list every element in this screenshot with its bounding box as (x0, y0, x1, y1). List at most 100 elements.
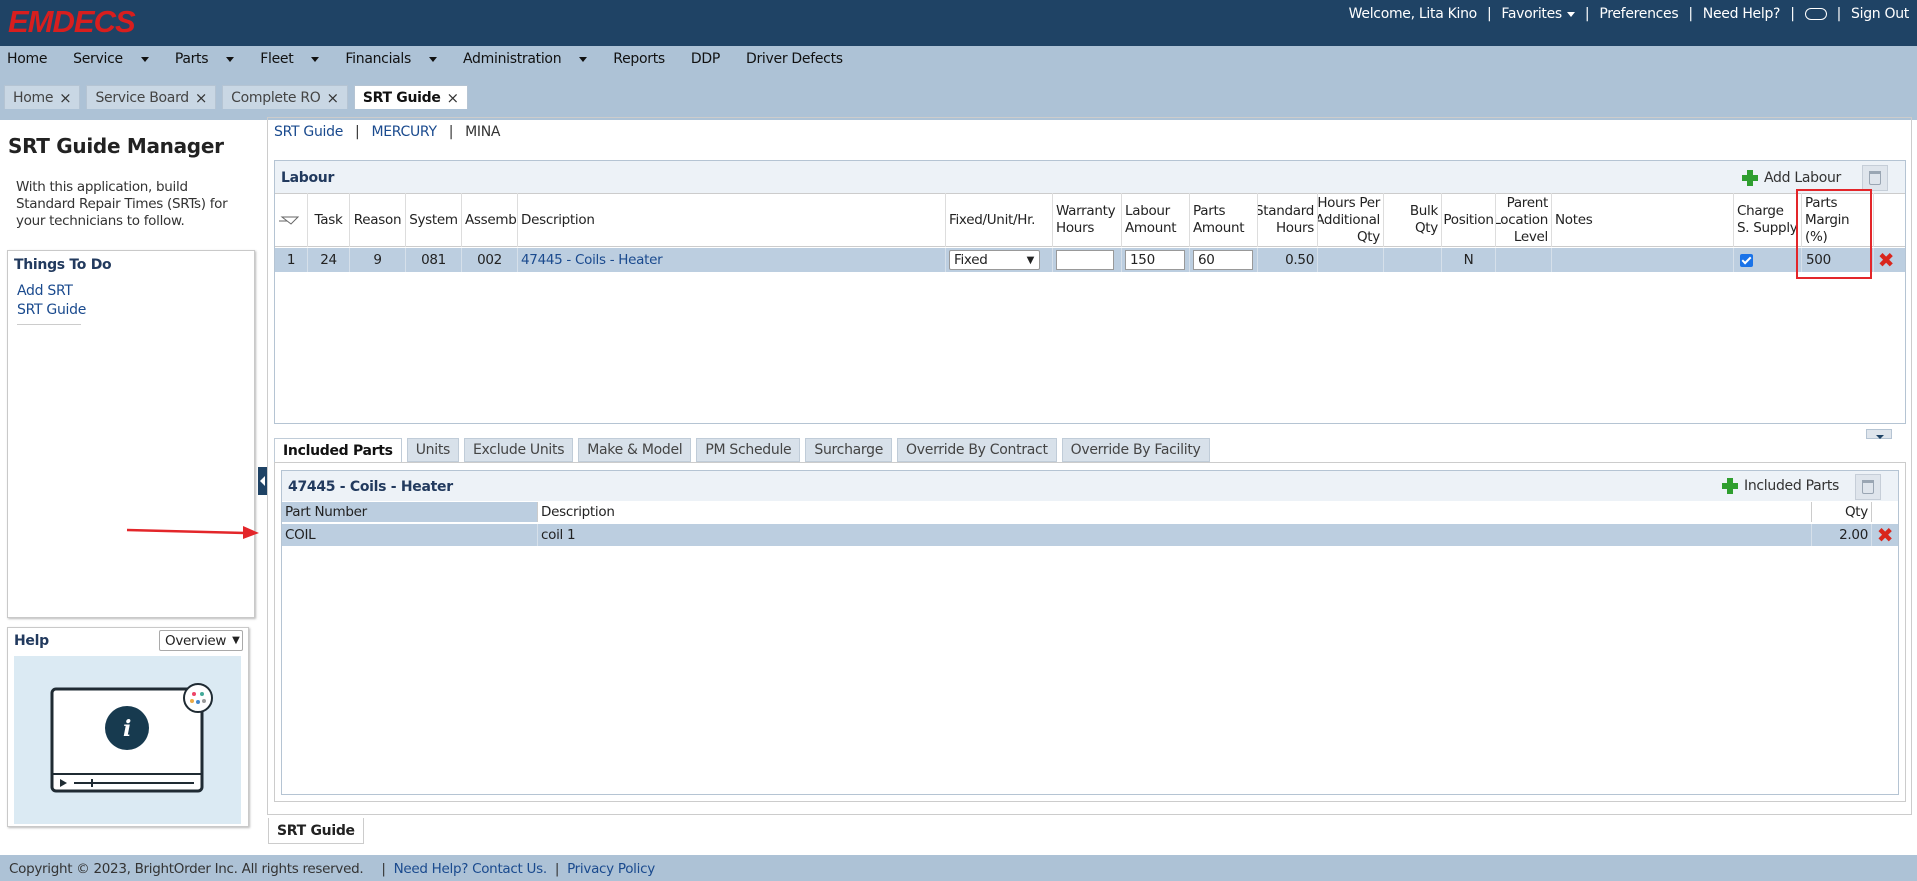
annotation-arrow (126, 526, 259, 539)
tab-exclude-units[interactable]: Exclude Units (464, 438, 574, 462)
tab-pm-schedule[interactable]: PM Schedule (696, 438, 801, 462)
add-labour-button[interactable]: Add Labour (1742, 170, 1841, 186)
cell-parent-location (1496, 248, 1552, 272)
collapse-panel-button[interactable] (258, 467, 267, 495)
col-part-number[interactable]: Part Number (282, 502, 538, 522)
bottom-tab-srt-guide[interactable]: SRT Guide (268, 818, 364, 844)
menu-item-driver-defects[interactable]: Driver Defects (746, 51, 856, 67)
labour-amount-input[interactable]: 150 (1125, 250, 1185, 270)
preferences-link[interactable]: Preferences (1599, 6, 1678, 22)
menu-item-reports[interactable]: Reports (613, 51, 678, 67)
delete-row-button[interactable]: ✖ (1874, 248, 1898, 272)
tab-override-contract[interactable]: Override By Contract (897, 438, 1057, 462)
things-to-do-title: Things To Do (14, 257, 112, 273)
cell-hours-per-add (1318, 248, 1384, 272)
video-player-icon: i (50, 683, 213, 793)
sign-out-link[interactable]: Sign Out (1851, 6, 1909, 22)
trash-icon (1862, 480, 1874, 494)
col-task[interactable]: Task (308, 193, 350, 247)
col-parent-location-level[interactable]: Parent Location Level (1496, 193, 1552, 247)
favorites-menu[interactable]: Favorites (1501, 6, 1575, 22)
tab-service-board[interactable]: Service Board × (86, 85, 217, 109)
col-bulk-qty[interactable]: Bulk Qty (1384, 193, 1442, 247)
emdecs-logo[interactable]: EMDECS (8, 4, 136, 40)
tab-surcharge[interactable]: Surcharge (805, 438, 893, 462)
tab-included-parts[interactable]: Included Parts (274, 438, 402, 462)
plus-icon (1722, 478, 1738, 494)
tab-home[interactable]: Home × (4, 85, 81, 109)
col-parts-amount[interactable]: Parts Amount (1190, 193, 1258, 247)
close-icon[interactable]: × (447, 89, 460, 107)
breadcrumb-mercury[interactable]: MERCURY (371, 124, 437, 140)
menu-item-parts[interactable]: Parts (175, 51, 247, 67)
srt-guide-link[interactable]: SRT Guide (17, 301, 86, 320)
included-parts-header (282, 471, 1898, 501)
copyright-text: Copyright © 2023, BrightOrder Inc. All r… (9, 861, 364, 877)
close-icon[interactable]: × (59, 89, 72, 107)
menu-item-fleet[interactable]: Fleet (260, 51, 332, 67)
cell-description-link[interactable]: 47445 - Coils - Heater (518, 248, 946, 272)
menu-item-financials[interactable]: Financials (345, 51, 450, 67)
charge-supply-checkbox[interactable] (1740, 253, 1753, 267)
col-part-description[interactable]: Description (538, 502, 1812, 522)
tab-override-facility[interactable]: Override By Facility (1061, 438, 1210, 462)
col-position[interactable]: Position (1442, 193, 1496, 247)
cell-warranty-hours (1053, 248, 1122, 272)
tab-srt-guide[interactable]: SRT Guide × (353, 85, 468, 109)
chat-icon[interactable] (1804, 8, 1827, 20)
tab-complete-ro[interactable]: Complete RO × (222, 85, 348, 109)
privacy-policy-link[interactable]: Privacy Policy (567, 861, 655, 877)
col-hours-per-additional-qty[interactable]: Hours Per Additional Qty (1318, 193, 1384, 247)
app-description: With this application, build Standard Re… (16, 179, 228, 229)
trash-icon (1869, 171, 1881, 185)
delete-x-icon: ✖ (1876, 523, 1894, 547)
footer-text: Copyright © 2023, BrightOrder Inc. All r… (9, 861, 655, 877)
delete-labour-button[interactable] (1862, 165, 1888, 191)
col-system[interactable]: System (406, 193, 462, 247)
tab-units[interactable]: Units (406, 438, 460, 462)
col-charge-supply[interactable]: Charge S. Supply (1734, 193, 1802, 247)
help-topic-select[interactable]: Overview ▼ (159, 630, 243, 651)
col-assembly[interactable]: Assembly (462, 193, 518, 247)
panel-scroll-handle[interactable] (1866, 429, 1892, 439)
col-qty[interactable]: Qty (1812, 502, 1872, 522)
cell-parts-amount: 60 (1190, 248, 1258, 272)
cell-task: 24 (308, 248, 350, 272)
chevron-down-icon (140, 56, 149, 62)
menu-item-ddp[interactable]: DDP (691, 51, 733, 67)
welcome-text: Welcome, Lita Kino (1348, 6, 1478, 22)
col-warranty-hours[interactable]: Warranty Hours (1053, 193, 1122, 247)
col-fixed-unit-hr[interactable]: Fixed/Unit/Hr. (946, 193, 1053, 247)
menu-item-service[interactable]: Service (73, 51, 162, 67)
delete-part-button[interactable]: ✖ (1872, 524, 1898, 546)
need-help-link[interactable]: Need Help? (1703, 6, 1781, 22)
svg-text:i: i (123, 716, 131, 742)
parts-amount-input[interactable]: 60 (1193, 250, 1253, 270)
add-included-parts-button[interactable]: Included Parts (1722, 478, 1839, 494)
warranty-hours-input[interactable] (1056, 250, 1114, 270)
breadcrumb-srt-guide[interactable]: SRT Guide (274, 124, 343, 140)
help-video-thumbnail[interactable]: i (14, 656, 241, 824)
col-description[interactable]: Description (518, 193, 946, 247)
col-labour-amount[interactable]: Labour Amount (1122, 193, 1190, 247)
column-filter-icon[interactable] (275, 193, 308, 247)
cell-part-description: coil 1 (538, 524, 1812, 546)
col-reason[interactable]: Reason (350, 193, 406, 247)
top-links: Welcome, Lita Kino | Favorites | Preferenc… (1348, 6, 1910, 22)
close-icon[interactable]: × (327, 89, 340, 107)
things-to-do-list: Add SRT SRT Guide (17, 282, 86, 320)
close-icon[interactable]: × (195, 89, 208, 107)
cell-position: N (1442, 248, 1496, 272)
contact-us-link[interactable]: Need Help? Contact Us. (394, 861, 548, 877)
menu-item-home[interactable]: Home (7, 51, 60, 67)
add-srt-link[interactable]: Add SRT (17, 282, 86, 301)
menu-item-administration[interactable]: Administration (463, 51, 600, 67)
col-standard-hours[interactable]: Standard Hours (1258, 193, 1318, 247)
col-notes[interactable]: Notes (1552, 193, 1734, 247)
main-menu: Home Service Parts Fleet Financials Administr… (7, 51, 869, 67)
delete-parts-button[interactable] (1855, 474, 1881, 500)
cell-notes (1552, 248, 1734, 272)
cell-charge-supply (1734, 248, 1802, 272)
fixed-unit-select[interactable]: Fixed ▼ (949, 250, 1040, 270)
tab-make-model[interactable]: Make & Model (578, 438, 692, 462)
